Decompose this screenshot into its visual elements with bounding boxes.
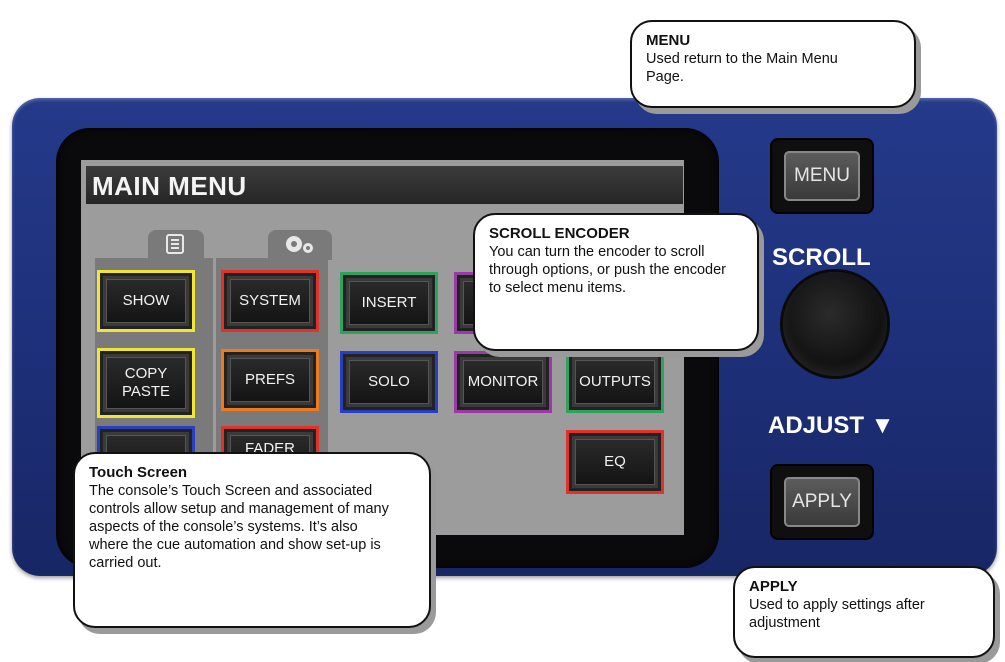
solo-button-label: SOLO [349,360,429,404]
page-title: MAIN MENU [92,171,247,201]
menu-callout-title: MENU [646,32,691,49]
apply-callout-body: Used to apply settings after adjustment [749,597,925,631]
show-button-label: SHOW [106,279,186,323]
touch-screen-callout: Touch Screen The console’s Touch Screen … [73,452,431,628]
monitor-button[interactable]: MONITOR [454,351,552,413]
scroll-callout-title: SCROLL ENCODER [489,225,630,242]
hw-apply-label: APPLY [784,477,860,527]
system-button[interactable]: SYSTEM [221,270,319,332]
insert-button[interactable]: INSERT [340,272,438,334]
touch-callout-title: Touch Screen [89,464,188,481]
insert-button-label: INSERT [349,281,429,325]
hw-apply-button[interactable]: APPLY [772,466,872,538]
copy-paste-label: COPY PASTE [106,357,186,409]
eq-button[interactable]: EQ [566,430,664,494]
hw-menu-button[interactable]: MENU [772,140,872,212]
prefs-button[interactable]: PREFS [221,349,319,411]
prefs-button-label: PREFS [230,358,310,402]
menu-callout-body: Used return to the Main Menu Page. [646,51,838,85]
copy-paste-button[interactable]: COPY PASTE [97,348,195,418]
eq-button-label: EQ [575,439,655,485]
title-bar: MAIN MENU [86,166,683,204]
solo-button[interactable]: SOLO [340,351,438,413]
list-icon [166,234,184,260]
scroll-encoder-knob[interactable] [783,272,887,376]
outputs-button[interactable]: OUTPUTS [566,351,664,413]
show-button[interactable]: SHOW [97,270,195,332]
scroll-callout-body: You can turn the encoder to scroll throu… [489,244,726,296]
menu-callout: MENU Used return to the Main Menu Page. [630,20,916,108]
touch-callout-body: The console’s Touch Screen and associate… [89,483,389,571]
hw-menu-label: MENU [784,151,860,201]
system-button-label: SYSTEM [230,279,310,323]
scroll-label: SCROLL [772,244,871,271]
copy-label: COPY [124,365,168,382]
apply-callout-title: APPLY [749,578,798,595]
adjust-label: ADJUST ▼ [768,412,895,439]
monitor-button-label: MONITOR [463,360,543,404]
outputs-button-label: OUTPUTS [575,360,655,404]
apply-callout: APPLY Used to apply settings after adjus… [733,566,995,658]
scroll-callout: SCROLL ENCODER You can turn the encoder … [473,213,759,351]
paste-label: PASTE [121,383,171,400]
